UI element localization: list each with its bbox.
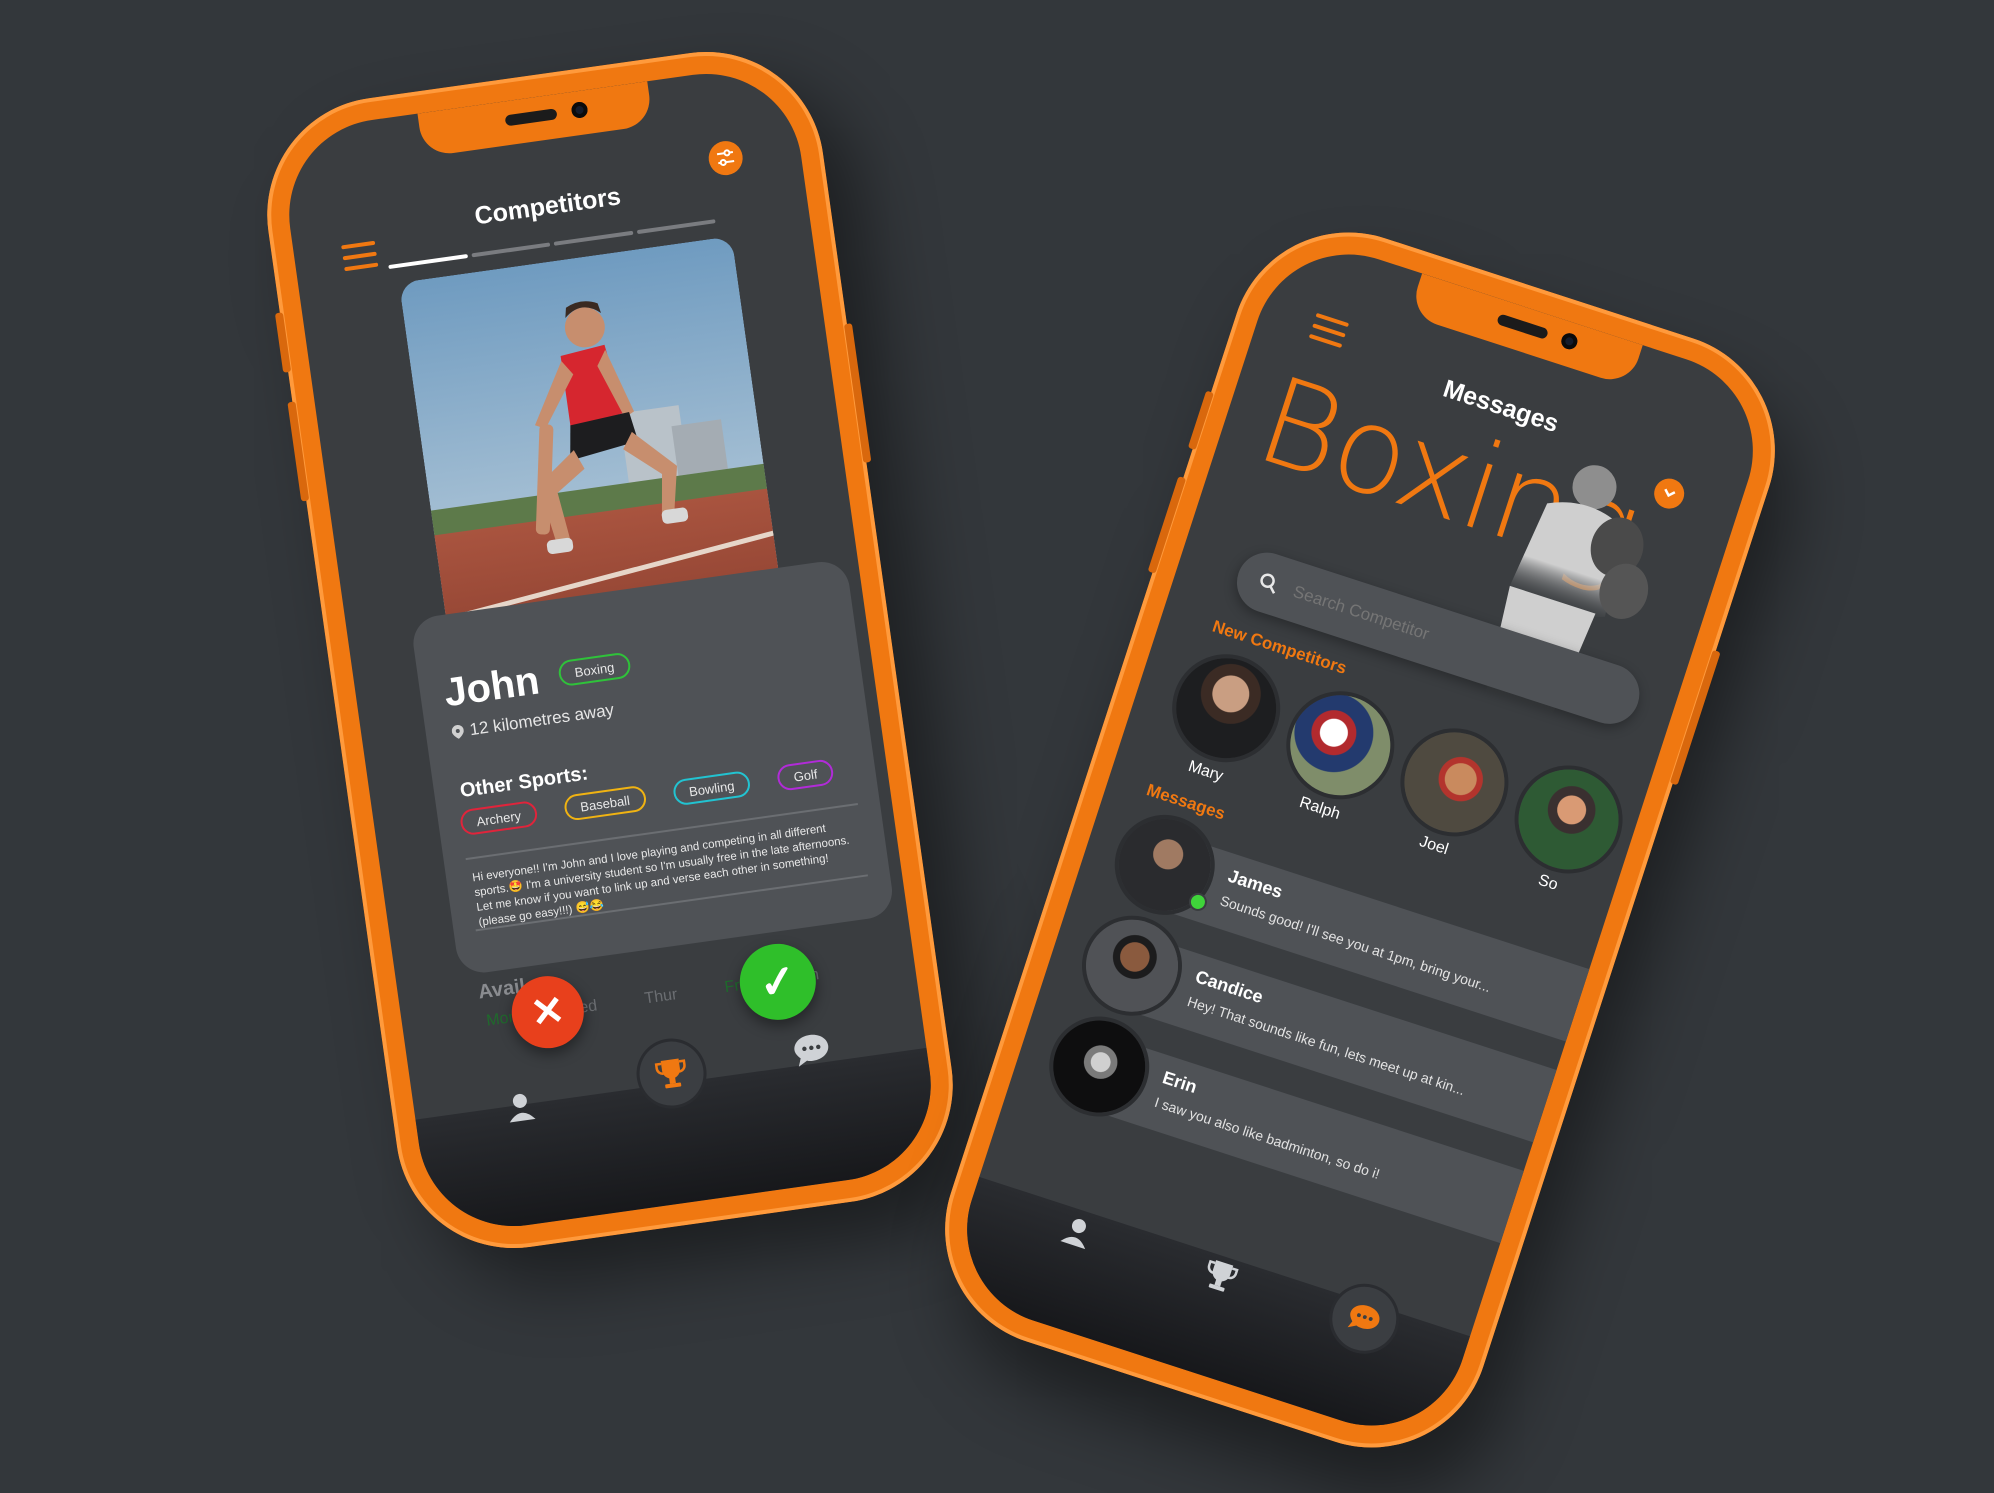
phone-notch <box>1408 273 1643 388</box>
sport-tag: Baseball <box>562 784 648 822</box>
profile-card: John Boxing 12 kilometres away Other Spo… <box>409 558 896 977</box>
main-sport-tag: Boxing <box>557 651 632 688</box>
avatar <box>1505 756 1632 883</box>
phone-notch <box>417 81 654 158</box>
avatar <box>1277 682 1404 809</box>
speaker-grille <box>1496 313 1550 340</box>
competitor-avatar-item[interactable]: So <box>1505 756 1632 894</box>
sport-tag: Archery <box>458 799 539 837</box>
competitor-avatar-item[interactable]: Joel <box>1391 719 1518 858</box>
location-pin-icon <box>451 725 464 739</box>
phone-volume-button <box>287 401 310 502</box>
phone-power-button <box>843 323 872 463</box>
other-sports-list: Archery Baseball Bowling Golf <box>458 758 835 837</box>
avatar <box>1391 719 1518 846</box>
phone-side-button <box>274 312 292 373</box>
phone-side-button <box>1187 390 1214 451</box>
checkmark-icon: ✓ <box>756 955 800 1009</box>
competitor-name: John <box>441 658 543 716</box>
bio-text: Hi everyone!! I'm John and I love playin… <box>471 822 851 929</box>
competitor-avatar-item[interactable]: Ralph <box>1277 682 1404 823</box>
competitors-screen: Competitors John Boxing 12 kilometres aw… <box>276 61 944 1239</box>
front-camera <box>1559 331 1580 352</box>
sport-tag: Bowling <box>671 769 752 807</box>
close-icon: ✕ <box>528 988 568 1037</box>
speaker-grille <box>504 108 558 127</box>
competitors-phone: Competitors John Boxing 12 kilometres aw… <box>252 36 968 1264</box>
availability-day: Thur <box>643 986 679 1008</box>
progress-segment <box>636 219 716 235</box>
accept-button[interactable]: ✓ <box>734 938 821 1025</box>
front-camera <box>570 100 589 120</box>
messages-screen: Messages Boxing Search Competitor New Co… <box>942 229 1778 1451</box>
search-icon <box>1260 573 1276 594</box>
sport-tag: Golf <box>775 758 835 792</box>
messages-phone: Messages Boxing Search Competitor New Co… <box>914 201 1806 1479</box>
progress-segment <box>470 242 551 258</box>
progress-segment-active <box>388 254 468 270</box>
progress-segment <box>553 230 633 246</box>
avatar <box>1163 645 1290 772</box>
